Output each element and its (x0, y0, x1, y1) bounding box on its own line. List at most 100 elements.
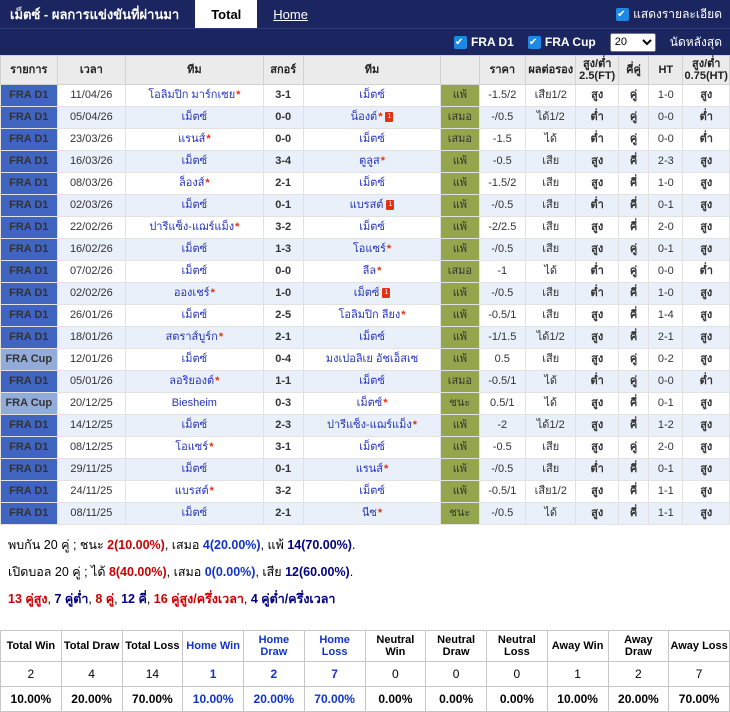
team-link[interactable]: อองเชร์ (174, 287, 210, 299)
stats-count-cell: 0 (425, 661, 487, 687)
stats-count-cell: 2 (607, 661, 670, 687)
team-link[interactable]: โอแซร์ (353, 243, 386, 255)
match-row: FRA D1 05/04/26 เม็ตซ์ 0-0 น็องต์* 1 เสมอ -/0.5… (0, 106, 730, 129)
over-under-ht: สูง (682, 480, 730, 503)
team-link[interactable]: เม็ตซ์ (359, 375, 385, 387)
team-cell: ล็องส์* (125, 172, 264, 195)
match-date: 02/02/26 (56, 282, 127, 305)
column-header: คี่คู่ (617, 55, 650, 85)
match-result: ชนะ (440, 502, 480, 525)
team-link[interactable]: เม็ตซ์ (359, 177, 385, 189)
stats-header-cell: Neutral Win (364, 630, 427, 662)
handicap-result: ได้ (524, 260, 577, 283)
stats-percent-cell: 20.00% (60, 686, 123, 712)
team-link[interactable]: โอแซร์ (175, 441, 208, 453)
league-badge: FRA D1 (0, 216, 58, 239)
match-date: 11/04/26 (56, 84, 127, 107)
match-row: FRA Cup 12/01/26 เม็ตซ์ 0-4 มงเปอลิเย อัชเอ็… (0, 348, 730, 371)
handicap-price: -2 (478, 414, 526, 437)
team-link[interactable]: เม็ตซ์ (182, 199, 208, 211)
column-header: ทีม (302, 55, 442, 85)
over-under-ht: สูง (682, 458, 730, 481)
match-result: แพ้ (440, 172, 480, 195)
team-link[interactable]: แรนส์ (178, 133, 205, 145)
league-badge: FRA D1 (0, 84, 58, 107)
team-link[interactable]: ล็องส์ (179, 177, 204, 189)
stats-percent-cell: 20.00% (607, 686, 670, 712)
team-cell: เม็ตซ์ (125, 238, 264, 261)
team-link[interactable]: เม็ตซ์ (359, 221, 385, 233)
team-link[interactable]: เม็ตซ์ (182, 155, 208, 167)
odd-even: คู่ (617, 106, 650, 129)
team-cell: แบรสต์* (125, 480, 264, 503)
team-link[interactable]: เม็ตซ์ (359, 331, 385, 343)
match-score: 0-4 (262, 348, 304, 371)
handicap-result: เสีย (524, 216, 577, 239)
team-link[interactable]: เม็ตซ์ (359, 89, 385, 101)
summary-segment: , (243, 592, 251, 606)
fra-cup-checkbox[interactable] (527, 35, 541, 49)
match-count-select[interactable]: 20 (609, 32, 656, 52)
team-cell: สตราส์บูร์ก* (125, 326, 264, 349)
match-row: FRA D1 16/02/26 เม็ตซ์ 1-3 โอแซร์* แพ้ -/0.5 เส… (0, 238, 730, 261)
team-link[interactable]: น็องต์ (351, 111, 378, 123)
team-link[interactable]: โอลิมปิก ลียง (339, 309, 401, 321)
handicap-price: -1 (478, 260, 526, 283)
stats-header-cell: Neutral Loss (486, 630, 548, 662)
team-link[interactable]: เม็ตซ์ (182, 507, 208, 519)
tab-home[interactable]: Home (257, 0, 324, 28)
team-link[interactable]: เม็ตซ์ (359, 133, 385, 145)
league-badge: FRA D1 (0, 480, 58, 503)
stats-header-cell: Total Win (0, 630, 62, 662)
over-under-ht: สูง (682, 392, 730, 415)
team-link[interactable]: ลีล (363, 265, 376, 277)
star-marker: * (377, 507, 383, 519)
team-link[interactable]: เม็ตซ์ (182, 309, 208, 321)
team-link[interactable]: ปารีแซ็ง-แฌร์แม็ง (327, 419, 412, 431)
over-under-ft: สูง (575, 172, 619, 195)
team-link[interactable]: เม็ตซ์ (182, 265, 208, 277)
handicap-price: -0.5/1 (478, 304, 526, 327)
over-under-ft: ต่ำ (575, 260, 619, 283)
team-link[interactable]: โอลิมปิก มาร์กเซย (148, 89, 235, 101)
team-cell: แรนส์* (302, 458, 442, 481)
team-link[interactable]: เม็ตซ์ (359, 485, 385, 497)
team-link[interactable]: มงเปอลิเย อัชเอ็สเซ (326, 353, 418, 365)
over-under-ht: สูง (682, 282, 730, 305)
match-row: FRA D1 23/03/26 แรนส์* 0-0 เม็ตซ์ เสมอ -1.5 ได้… (0, 128, 730, 151)
over-under-ft: ต่ำ (575, 458, 619, 481)
match-date: 20/12/25 (56, 392, 127, 415)
team-link[interactable]: สตราส์บูร์ก (166, 331, 218, 343)
show-details-label: แสดงรายละเอียด (633, 6, 722, 21)
team-link[interactable]: เม็ตซ์ (357, 397, 383, 409)
match-date: 08/03/26 (56, 172, 127, 195)
tab-total[interactable]: Total (195, 0, 258, 28)
match-date: 08/11/25 (56, 502, 127, 525)
team-link[interactable]: แบรสต์ (175, 485, 209, 497)
team-link[interactable]: เม็ตซ์ (182, 463, 208, 475)
column-header: HT (648, 55, 684, 85)
half-time-score: 0-1 (648, 238, 684, 261)
team-cell: เม็ตซ์ (302, 370, 442, 393)
team-link[interactable]: เม็ตซ์ (182, 243, 208, 255)
team-link[interactable]: ลอริยองต์ (169, 375, 214, 387)
team-link[interactable]: Biesheim (172, 397, 217, 409)
team-link[interactable]: เม็ตซ์ (182, 353, 208, 365)
team-link[interactable]: เม็ตซ์ (354, 287, 380, 299)
tab-bar: Total Home (195, 0, 324, 28)
team-link[interactable]: เม็ตซ์ (359, 441, 385, 453)
team-link[interactable]: แรนส์ (356, 463, 383, 475)
team-link[interactable]: แบรสต์ (350, 199, 384, 211)
over-under-ft: สูง (575, 326, 619, 349)
handicap-result: เสีย1/2 (524, 84, 577, 107)
match-row: FRA D1 26/01/26 เม็ตซ์ 2-5 โอลิมปิก ลียง* แพ้… (0, 304, 730, 327)
team-cell: เม็ตซ์ 1 (302, 282, 442, 305)
match-date: 05/01/26 (56, 370, 127, 393)
show-details-checkbox[interactable] (616, 7, 630, 21)
team-link[interactable]: นีซ (362, 507, 377, 519)
team-link[interactable]: เม็ตซ์ (182, 419, 208, 431)
fra-d1-checkbox[interactable] (453, 35, 467, 49)
team-link[interactable]: เม็ตซ์ (182, 111, 208, 123)
team-link[interactable]: ตูลูส (359, 155, 380, 167)
team-link[interactable]: ปารีแซ็ง-แฌร์แม็ง (149, 221, 234, 233)
